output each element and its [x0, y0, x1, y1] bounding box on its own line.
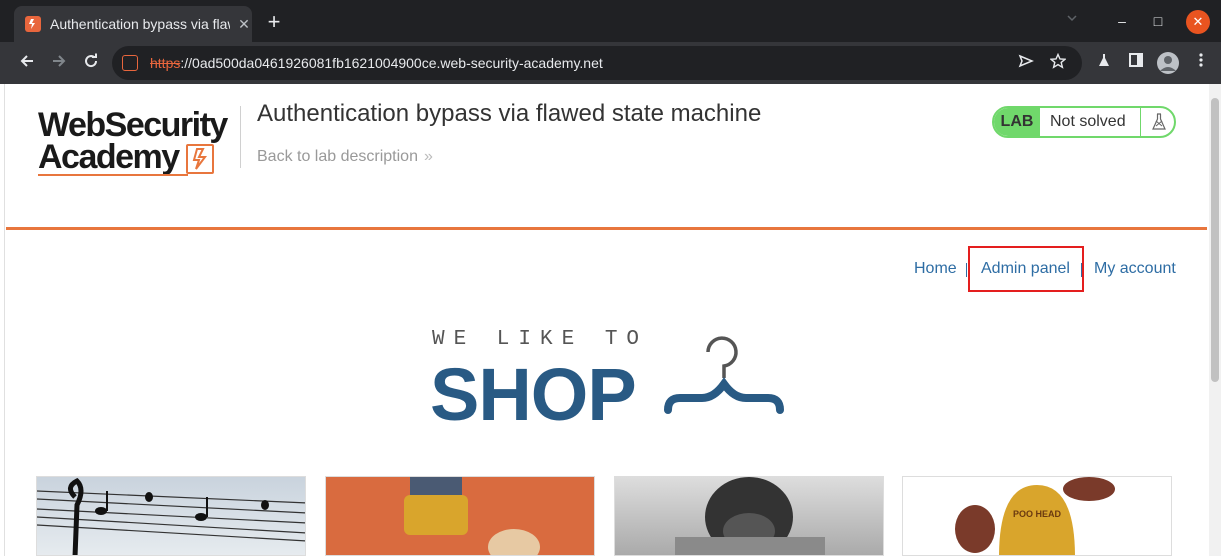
window-edge [0, 84, 5, 556]
bookmark-star-icon[interactable] [1048, 52, 1068, 73]
logo-underline [38, 174, 188, 176]
page-viewport: WebSecurity Academy Authentication bypas… [0, 84, 1221, 556]
web-security-academy-logo[interactable]: WebSecurity Academy [38, 106, 240, 178]
lab-status-text: Not solved [1050, 113, 1126, 130]
new-tab-button[interactable]: + [262, 11, 286, 35]
nav-my-account-link[interactable]: My account [1094, 260, 1176, 278]
flask-icon [1140, 108, 1174, 136]
lab-status-badge: LAB Not solved [992, 106, 1176, 138]
address-bar[interactable]: https://0ad500da0461926081fb1621004900ce… [112, 46, 1082, 80]
lab-title: Authentication bypass via flawed state m… [257, 100, 762, 127]
url-host: ://0ad500da0461926081fb1621004900ce.web-… [180, 55, 603, 71]
send-tab-icon[interactable] [1016, 53, 1036, 73]
we-like-to-shop-logo: WE LIKE TO SHOP [430, 328, 790, 436]
scrollbar-thumb[interactable] [1211, 98, 1219, 382]
lab-header: WebSecurity Academy Authentication bypas… [6, 84, 1207, 230]
reload-icon[interactable] [80, 52, 102, 74]
nav-separator [966, 263, 967, 277]
side-panel-icon[interactable] [1125, 52, 1147, 74]
back-to-lab-description-link[interactable]: Back to lab description » [257, 148, 433, 166]
lightning-bolt-icon [186, 144, 214, 174]
admin-panel-highlight-box [968, 246, 1084, 292]
shop-word: SHOP [430, 353, 637, 436]
back-icon[interactable] [16, 52, 38, 74]
back-link-label: Back to lab description [257, 148, 418, 165]
url-scheme: https [150, 55, 181, 71]
url-text[interactable]: https://0ad500da0461926081fb1621004900ce… [150, 55, 603, 71]
page-scrollbar[interactable] [1209, 84, 1221, 556]
hanger-icon [664, 336, 784, 414]
browser-toolbar: https://0ad500da0461926081fb1621004900ce… [0, 42, 1221, 84]
close-window-button[interactable]: ✕ [1186, 10, 1210, 34]
menu-icon[interactable] [1190, 52, 1212, 74]
nav-home-link[interactable]: Home [914, 260, 957, 278]
minimize-button[interactable]: – [1110, 10, 1134, 34]
hat-print-text: POO HEAD [1013, 509, 1062, 519]
shop-tagline: WE LIKE TO [432, 328, 649, 351]
double-chevron-right-icon: » [423, 148, 433, 165]
labs-icon[interactable] [1093, 52, 1115, 74]
header-divider [240, 106, 241, 168]
profile-icon[interactable] [1157, 52, 1179, 74]
portswigger-favicon-icon [25, 16, 41, 32]
product-image-music[interactable] [36, 476, 306, 556]
maximize-button[interactable]: □ [1146, 10, 1170, 34]
browser-tab-bar: Authentication bypass via flawed state m… [0, 0, 1221, 42]
forward-icon[interactable] [48, 52, 70, 74]
product-image-toy[interactable] [325, 476, 595, 556]
tab-close-icon[interactable]: ✕ [234, 14, 254, 34]
lab-tag: LAB [994, 108, 1040, 136]
tab-title: Authentication bypass via flawed state m… [50, 16, 230, 32]
logo-text-line2: Academy [38, 138, 180, 176]
tab-search-icon[interactable] [1062, 12, 1082, 32]
product-image-dog[interactable] [614, 476, 884, 556]
product-image-hat[interactable]: POO HEAD [902, 476, 1172, 556]
browser-tab[interactable]: Authentication bypass via flawed state m… [14, 6, 252, 42]
site-info-icon[interactable] [122, 55, 138, 71]
